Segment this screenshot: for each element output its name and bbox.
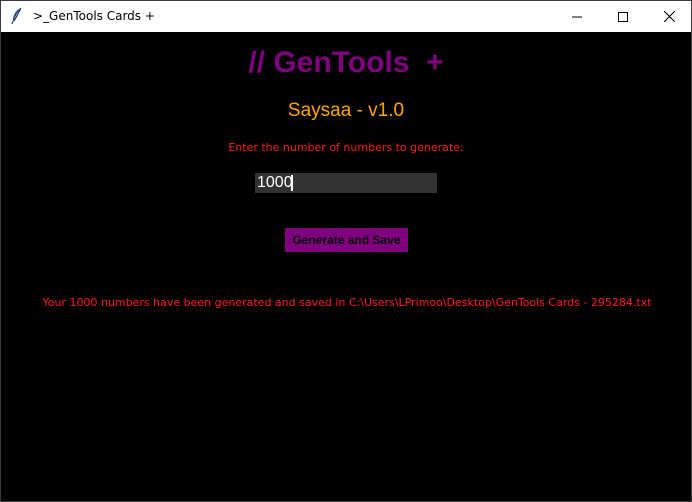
version-subheading: Saysaa - v1.0 <box>287 100 405 121</box>
minimize-icon <box>572 7 582 26</box>
maximize-button[interactable] <box>600 1 646 32</box>
count-input[interactable] <box>255 173 437 193</box>
text-caret <box>291 175 293 191</box>
close-icon <box>663 7 675 26</box>
close-button[interactable] <box>646 1 692 32</box>
title-bar[interactable]: >_GenTools Cards + <box>1 1 691 32</box>
minimize-button[interactable] <box>554 1 600 32</box>
result-message: Your 1000 numbers have been generated an… <box>42 296 652 309</box>
maximize-icon <box>618 7 628 26</box>
window-title: >_GenTools Cards + <box>33 9 155 23</box>
app-heading: // GenTools + <box>248 46 444 79</box>
count-prompt-label: Enter the number of numbers to generate: <box>228 141 464 154</box>
feather-icon <box>10 7 24 25</box>
app-window: >_GenTools Cards + // GenTools + Saysaa … <box>0 0 692 502</box>
main-content: // GenTools + Saysaa - v1.0 Enter the nu… <box>1 32 691 501</box>
generate-and-save-button[interactable]: Generate and Save <box>285 228 408 252</box>
